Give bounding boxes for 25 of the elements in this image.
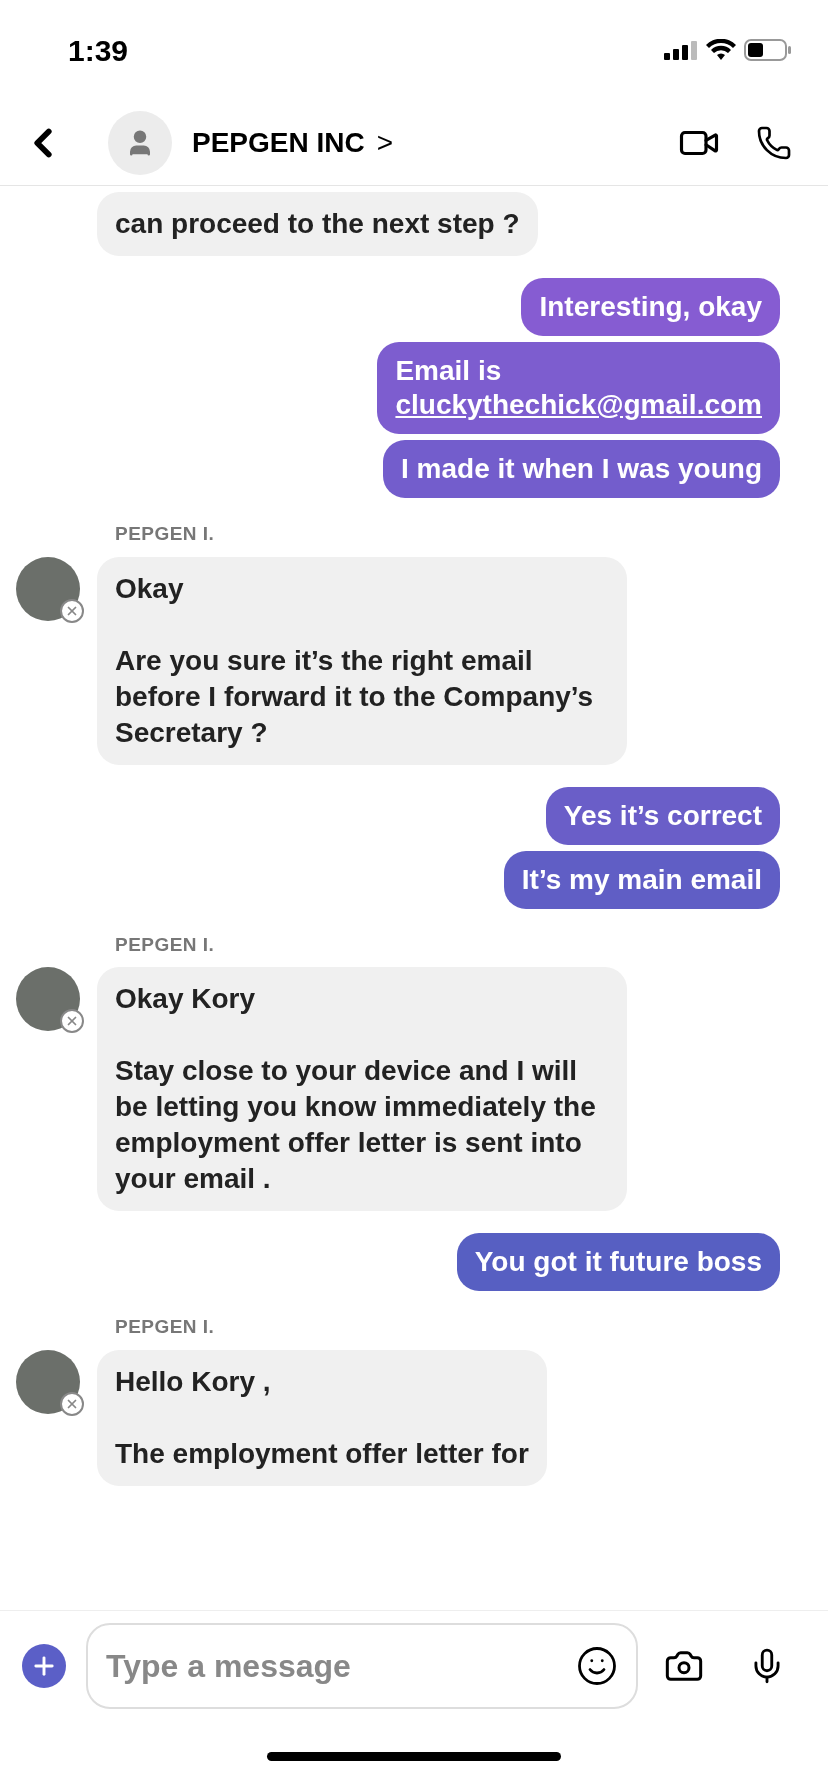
- email-link[interactable]: cluckythechick@gmail.com: [395, 388, 762, 422]
- message-composer[interactable]: Type a message: [86, 1622, 638, 1709]
- message-text: Okay Are you sure it’s the right email before I forward it to the Company’s Secretary ?: [115, 571, 595, 750]
- message-text: Hello Kory , The employment offer letter for: [115, 1364, 529, 1471]
- message-text: Email is: [395, 354, 503, 388]
- sender-name: PEPGEN I.: [115, 1315, 216, 1339]
- message-text: Interesting, okay: [539, 290, 762, 324]
- message-text: It’s my main email: [521, 862, 762, 897]
- battery-icon: [744, 38, 792, 62]
- phone-icon[interactable]: [756, 124, 792, 161]
- wifi-icon: [706, 39, 736, 61]
- sender-name: PEPGEN I.: [115, 932, 216, 957]
- add-button[interactable]: [22, 1643, 66, 1688]
- signal-icon: [664, 40, 698, 60]
- status-time: 1:39: [68, 32, 129, 69]
- message-text: can proceed to the next step ?: [115, 207, 520, 241]
- sender-name: PEPGEN I.: [115, 522, 216, 546]
- emoji-icon[interactable]: [576, 1644, 618, 1687]
- message-text: Yes it’s correct: [563, 798, 762, 833]
- contact-name[interactable]: PEPGEN INC >: [192, 121, 394, 164]
- message-text: I made it when I was young: [401, 452, 762, 486]
- message-text: You got it future boss: [474, 1245, 762, 1279]
- message-input-field[interactable]: Type a message: [106, 1641, 576, 1690]
- message-text: Okay Kory Stay close to your device and I will be letting you know immediately the employment offer letter is sent into your email .: [115, 982, 597, 1196]
- status-badge: [60, 1009, 84, 1033]
